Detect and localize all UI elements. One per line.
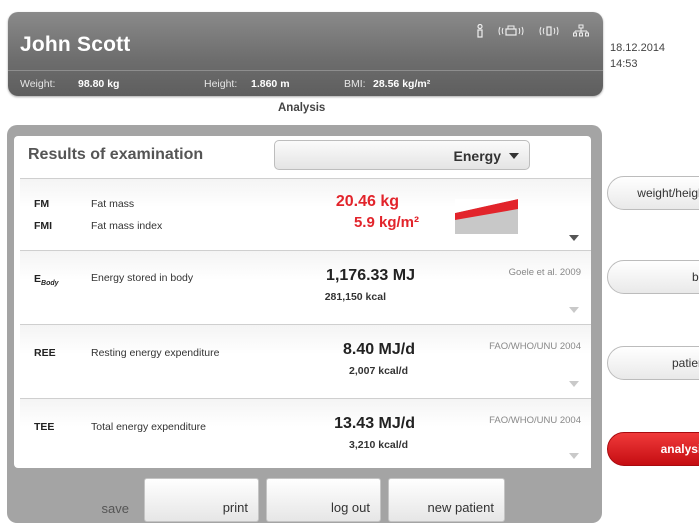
- fat-mass-value: 20.46 kg: [335, 193, 399, 210]
- expand-chevron-icon[interactable]: [569, 307, 579, 313]
- height-label: Height:: [204, 78, 238, 90]
- patient-header: John Scott Weight: 98.80 kg Height: 1.86…: [8, 12, 603, 96]
- height-value: 1.860 m: [251, 78, 290, 90]
- printer-wireless-icon: [497, 24, 525, 41]
- datetime: 18.12.2014 14:53: [610, 40, 665, 72]
- expand-chevron-icon[interactable]: [569, 381, 579, 387]
- save-button[interactable]: save: [22, 478, 137, 522]
- energy-body-value: 1,176.33 MJ: [326, 267, 415, 284]
- parameter-dropdown[interactable]: Energy: [274, 140, 530, 170]
- new-patient-button[interactable]: new patient: [388, 478, 505, 522]
- print-button[interactable]: print: [144, 478, 259, 522]
- result-row-ree[interactable]: REE Resting energy expenditure 8.40 MJ/d…: [20, 324, 591, 398]
- date: 18.12.2014: [610, 42, 666, 54]
- reference-label: FAO/WHO/UNU 2004: [489, 341, 581, 352]
- status-icons: [476, 23, 589, 41]
- nav-bia-button[interactable]: bia: [607, 260, 699, 294]
- row-desc: Energy stored in body: [91, 272, 194, 284]
- page-title: Analysis: [278, 102, 326, 114]
- nav-label: bia: [691, 270, 699, 284]
- bmi-label: BMI:: [344, 78, 366, 90]
- patient-metrics: Weight: 98.80 kg Height: 1.860 m BMI: 28…: [8, 70, 603, 97]
- network-icon: [573, 24, 589, 41]
- row-desc: Resting energy expenditure: [91, 347, 220, 359]
- expand-chevron-icon[interactable]: [569, 453, 579, 459]
- nav-weight-height-button[interactable]: weight/height: [607, 176, 699, 210]
- tee-value: 13.43 MJ/d: [334, 415, 415, 432]
- results-title: Results of examination: [28, 146, 204, 163]
- dropdown-value: Energy: [453, 148, 501, 164]
- ree-value: 8.40 MJ/d: [342, 341, 415, 358]
- tee-kcal: 3,210 kcal/d: [349, 439, 408, 451]
- ree-kcal: 2,007 kcal/d: [349, 365, 408, 377]
- row-desc: Fat mass: [91, 198, 135, 210]
- nav-label: analysis: [660, 442, 699, 456]
- wireless-info-icon: [538, 24, 560, 41]
- row-abbr: REE: [34, 347, 56, 359]
- row-abbr: FM: [34, 198, 50, 210]
- expand-chevron-icon[interactable]: [569, 235, 579, 241]
- reference-label: FAO/WHO/UNU 2004: [489, 415, 581, 426]
- time: 14:53: [610, 58, 638, 70]
- row-abbr: EBody: [34, 273, 59, 288]
- save-label: save: [101, 501, 129, 516]
- row-abbr: FMI: [34, 220, 53, 232]
- result-row-tee[interactable]: TEE Total energy expenditure 13.43 MJ/d …: [20, 398, 591, 468]
- nav-patient-button[interactable]: patient: [607, 346, 699, 380]
- logout-button[interactable]: log out: [266, 478, 381, 522]
- row-abbr: TEE: [34, 421, 55, 433]
- print-label: print: [222, 500, 248, 515]
- bmi-value: 28.56 kg/m²: [373, 78, 431, 90]
- row-desc: Fat mass index: [91, 220, 163, 232]
- energy-body-kcal: 281,150 kcal: [324, 291, 386, 303]
- nav-label: patient: [671, 356, 699, 370]
- chevron-down-icon: [509, 153, 519, 159]
- nav-analysis-button[interactable]: analysis: [607, 432, 699, 466]
- row-desc: Total energy expenditure: [91, 421, 206, 433]
- fat-mass-indicator: [455, 199, 518, 234]
- result-row-fat-mass[interactable]: FM Fat mass 20.46 kg FMI Fat mass index …: [20, 178, 591, 250]
- new-patient-label: new patient: [427, 500, 495, 515]
- person-icon: [476, 23, 484, 41]
- result-row-energy-body[interactable]: EBody Energy stored in body 1,176.33 MJ …: [20, 250, 591, 324]
- reference-label: Goele et al. 2009: [508, 267, 581, 278]
- nav-label: weight/height: [637, 186, 699, 200]
- patient-name: John Scott: [20, 33, 131, 56]
- logout-label: log out: [330, 500, 370, 515]
- weight-label: Weight:: [20, 78, 56, 90]
- weight-value: 98.80 kg: [78, 78, 120, 90]
- fat-mass-index-value: 5.9 kg/m²: [353, 214, 419, 231]
